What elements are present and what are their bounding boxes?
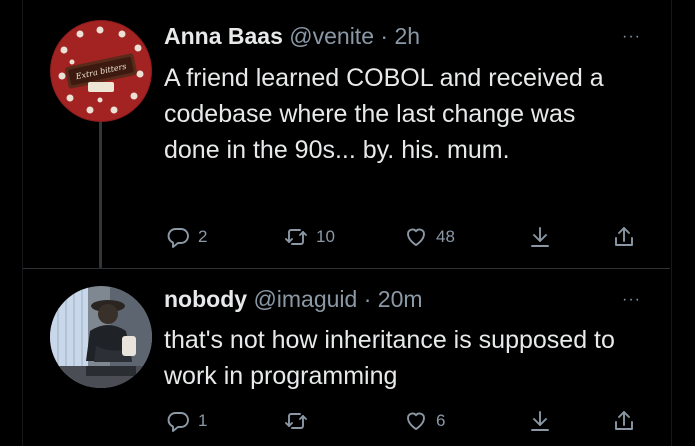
share-icon — [615, 227, 633, 246]
tweet-header: Anna Baas @venite · 2h — [164, 22, 420, 50]
avatar-image — [50, 286, 152, 388]
reply-count: 1 — [198, 411, 208, 430]
retweet-button[interactable]: 10 — [284, 224, 335, 250]
bookmark-button[interactable] — [528, 224, 552, 250]
bookmark-button[interactable] — [528, 408, 552, 434]
handle[interactable]: @imaguid — [253, 286, 357, 312]
heart-icon — [407, 412, 425, 430]
retweet-icon — [285, 229, 307, 245]
separator: · — [380, 23, 389, 49]
reply-count: 2 — [198, 227, 208, 246]
handle[interactable]: @venite — [289, 23, 374, 49]
bookmark-download-icon — [531, 227, 549, 247]
like-count: 48 — [436, 227, 455, 246]
retweet-icon — [285, 413, 307, 429]
reply-button[interactable]: 2 — [166, 224, 207, 250]
like-count: 6 — [436, 411, 446, 430]
like-button[interactable]: 48 — [404, 224, 455, 250]
heart-icon — [407, 228, 425, 246]
avatar[interactable] — [50, 286, 152, 388]
bookmark-download-icon — [531, 411, 549, 431]
retweet-count: 10 — [316, 227, 335, 246]
display-name[interactable]: Anna Baas — [164, 23, 283, 49]
share-button[interactable] — [612, 224, 636, 250]
like-button[interactable]: 6 — [404, 408, 445, 434]
thread-connector-line — [99, 118, 102, 268]
timestamp[interactable]: 2h — [394, 23, 420, 49]
display-name[interactable]: nobody — [164, 286, 247, 312]
share-icon — [615, 411, 633, 430]
tweet-text: that's not how inheritance is supposed t… — [164, 326, 615, 390]
tweet-header: nobody @imaguid · 20m — [164, 285, 423, 313]
reply-icon — [167, 228, 189, 248]
tweet-divider — [23, 268, 670, 269]
timestamp[interactable]: 20m — [378, 286, 423, 312]
more-options-icon[interactable]: ··· — [622, 292, 650, 308]
avatar-image: Extra bitters — [50, 20, 152, 122]
reply-button[interactable]: 1 — [166, 408, 207, 434]
avatar[interactable]: Extra bitters — [50, 20, 152, 122]
reply-icon — [167, 412, 189, 432]
share-button[interactable] — [612, 408, 636, 434]
more-options-icon[interactable]: ··· — [622, 29, 650, 45]
retweet-button[interactable] — [284, 408, 316, 434]
tweet-text: A friend learned COBOL and received a co… — [164, 64, 604, 164]
